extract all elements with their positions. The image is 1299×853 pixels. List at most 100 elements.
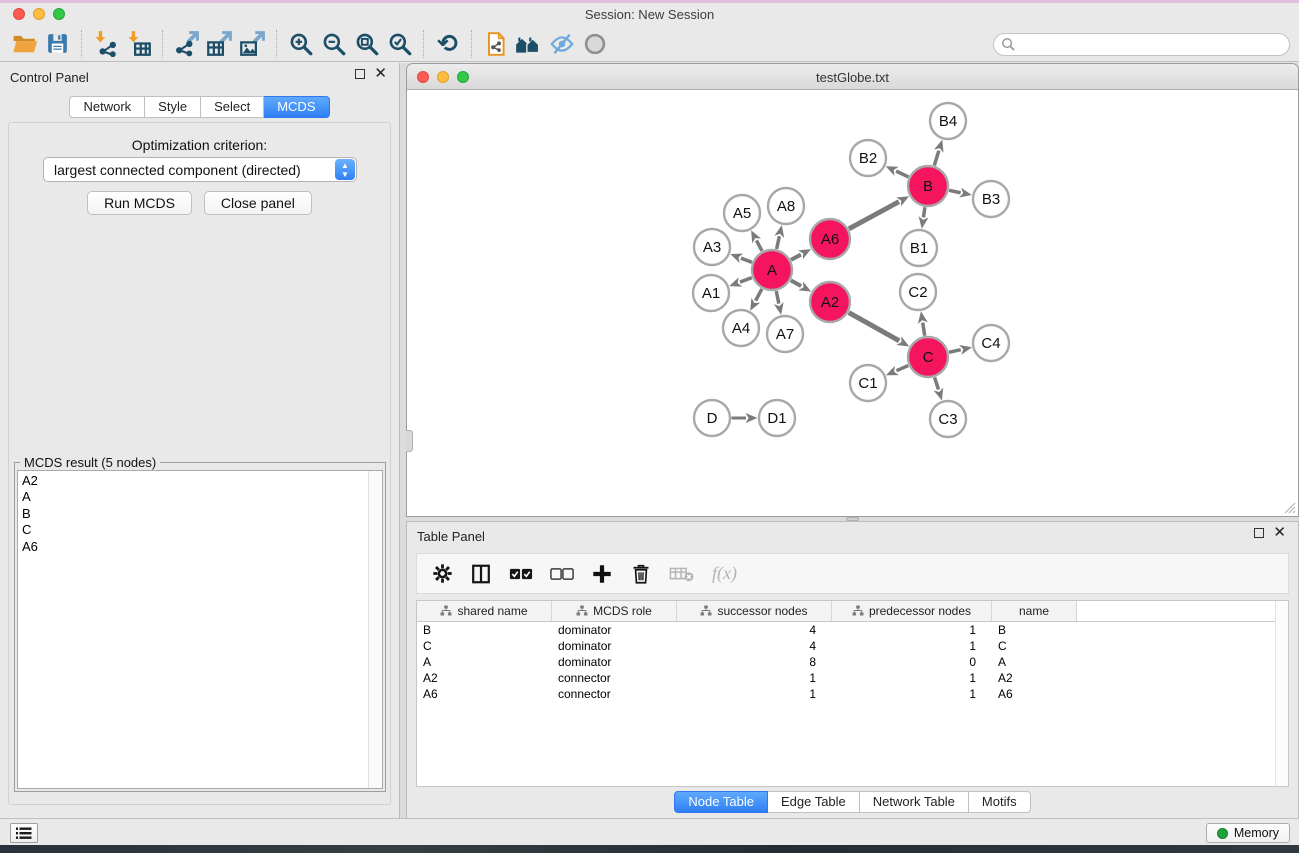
graph-edge[interactable] [756, 240, 762, 251]
graph-node-C1[interactable]: C1 [850, 365, 886, 401]
graph-node-B1[interactable]: B1 [901, 230, 937, 266]
apply-function-icon[interactable]: f(x) [712, 562, 737, 586]
graph-edge[interactable] [756, 289, 762, 301]
float-panel-icon[interactable] [355, 69, 365, 79]
graph-edge[interactable] [935, 377, 939, 389]
table-cell[interactable]: 0 [832, 654, 992, 670]
mcds-result-scrollbar[interactable] [368, 471, 382, 788]
create-network-from-file-icon[interactable] [479, 28, 512, 60]
mcds-result-item[interactable]: C [22, 522, 366, 538]
table-cell[interactable]: B [417, 622, 552, 638]
network-canvas[interactable]: AA1A3A5A8A4A7A6A2BB2B4B3B1CC2C4C1C3DD1 [407, 90, 1298, 516]
save-session-icon[interactable] [41, 28, 74, 60]
table-row[interactable]: Adominator80A [417, 654, 1288, 670]
import-table-from-file-icon[interactable] [122, 28, 155, 60]
table-cell[interactable]: 1 [832, 670, 992, 686]
table-cell[interactable]: A [992, 654, 1077, 670]
graph-edge[interactable] [934, 151, 939, 166]
graph-node-B3[interactable]: B3 [973, 181, 1009, 217]
mcds-result-item[interactable]: A6 [22, 539, 366, 555]
table-cell[interactable]: 4 [677, 622, 832, 638]
open-session-icon[interactable] [8, 28, 41, 60]
graph-edge[interactable] [741, 258, 752, 262]
table-cell[interactable]: dominator [552, 654, 677, 670]
tab-edge-table[interactable]: Edge Table [768, 791, 860, 813]
tab-network[interactable]: Network [69, 96, 145, 118]
delete-columns-icon[interactable] [630, 562, 652, 586]
float-table-panel-icon[interactable] [1254, 528, 1264, 538]
graph-node-A6[interactable]: A6 [810, 219, 850, 259]
table-row[interactable]: Cdominator41C [417, 638, 1288, 654]
table-cell[interactable]: A2 [417, 670, 552, 686]
run-mcds-button[interactable]: Run MCDS [87, 191, 192, 215]
mcds-result-item[interactable]: A [22, 489, 366, 505]
column-header[interactable]: shared name [417, 601, 552, 622]
export-table-icon[interactable] [203, 28, 236, 60]
tab-node-table[interactable]: Node Table [674, 791, 768, 813]
table-cell[interactable]: C [417, 638, 552, 654]
delete-table-icon[interactable] [669, 562, 695, 586]
graph-node-A[interactable]: A [752, 250, 792, 290]
graph-edge[interactable] [777, 236, 780, 249]
table-cell[interactable]: dominator [552, 622, 677, 638]
graph-node-A1[interactable]: A1 [693, 275, 729, 311]
table-row[interactable]: Bdominator41B [417, 622, 1288, 638]
close-panel-button[interactable]: Close panel [204, 191, 312, 215]
refresh-network-view-icon[interactable]: ⟲ [431, 28, 464, 60]
graph-node-A5[interactable]: A5 [724, 195, 760, 231]
column-header[interactable]: successor nodes [677, 601, 832, 622]
table-scrollbar[interactable] [1275, 601, 1288, 786]
table-cell[interactable]: A2 [992, 670, 1077, 686]
graph-node-C[interactable]: C [908, 337, 948, 377]
table-cell[interactable]: 1 [832, 638, 992, 654]
table-row[interactable]: A2connector11A2 [417, 670, 1288, 686]
zoom-selected-region-icon[interactable] [383, 28, 416, 60]
zoom-fit-content-icon[interactable] [350, 28, 383, 60]
hide-graphics-details-icon[interactable] [545, 28, 578, 60]
mcds-result-item[interactable]: A2 [22, 473, 366, 489]
graph-node-C2[interactable]: C2 [900, 274, 936, 310]
graph-edge[interactable] [740, 278, 752, 282]
zoom-out-icon[interactable] [317, 28, 350, 60]
graph-edge[interactable] [791, 280, 801, 286]
graph-edge[interactable] [776, 291, 779, 304]
table-settings-icon[interactable] [431, 562, 453, 586]
graph-node-A4[interactable]: A4 [723, 310, 759, 346]
graph-edge[interactable] [896, 171, 908, 177]
graph-edge[interactable] [923, 207, 924, 217]
table-cell[interactable]: 1 [677, 686, 832, 702]
graph-edge[interactable] [849, 313, 899, 341]
graph-node-C4[interactable]: C4 [973, 325, 1009, 361]
graph-node-A2[interactable]: A2 [810, 282, 850, 322]
import-network-from-file-icon[interactable] [89, 28, 122, 60]
tab-motifs[interactable]: Motifs [969, 791, 1031, 813]
table-row[interactable]: A6connector11A6 [417, 686, 1288, 702]
table-cell[interactable]: 1 [832, 622, 992, 638]
table-cell[interactable]: B [992, 622, 1077, 638]
table-cell[interactable]: connector [552, 670, 677, 686]
tab-network-table[interactable]: Network Table [860, 791, 969, 813]
graph-node-D[interactable]: D [694, 400, 730, 436]
table-cell[interactable]: A [417, 654, 552, 670]
graph-node-B4[interactable]: B4 [930, 103, 966, 139]
memory-button[interactable]: Memory [1206, 823, 1290, 843]
deselect-all-rows-icon[interactable] [550, 562, 574, 586]
optimization-criterion-dropdown[interactable]: largest connected component (directed) ▲… [43, 157, 357, 182]
graph-node-A7[interactable]: A7 [767, 316, 803, 352]
graph-edge[interactable] [949, 350, 961, 353]
table-cell[interactable]: dominator [552, 638, 677, 654]
add-column-icon[interactable] [591, 562, 613, 586]
show-column-panel-icon[interactable] [470, 562, 492, 586]
close-panel-icon[interactable]: ✕ [374, 69, 387, 79]
close-table-panel-icon[interactable]: ✕ [1273, 528, 1286, 538]
graph-edge[interactable] [791, 255, 801, 260]
graph-edge[interactable] [949, 190, 961, 192]
column-header[interactable]: predecessor nodes [832, 601, 992, 622]
graph-edge[interactable] [923, 323, 925, 336]
table-cell[interactable]: 1 [832, 686, 992, 702]
graph-node-B2[interactable]: B2 [850, 140, 886, 176]
zoom-in-icon[interactable] [284, 28, 317, 60]
graph-edge[interactable] [849, 202, 899, 229]
graph-edge[interactable] [896, 366, 908, 371]
table-cell[interactable]: C [992, 638, 1077, 654]
